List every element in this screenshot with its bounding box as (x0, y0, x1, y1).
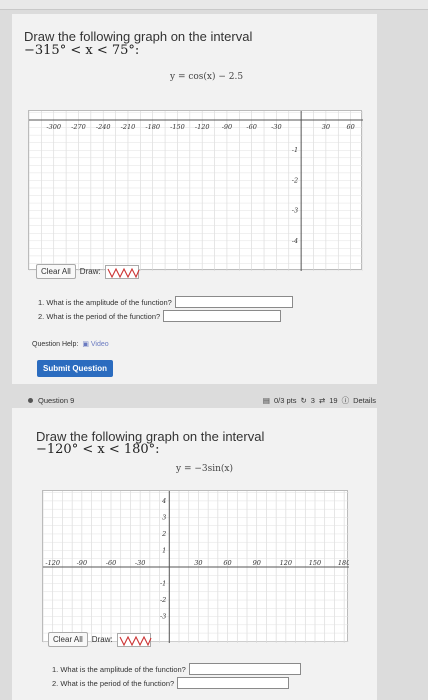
q9-questions: 1. What is the amplitude of the function… (52, 662, 301, 690)
q9-amplitude-row: 1. What is the amplitude of the function… (52, 662, 301, 676)
x-tick-label: 150 (309, 559, 321, 567)
q8-period-row: 2. What is the period of the function? (38, 309, 293, 323)
q9-period-question: 2. What is the period of the function? (52, 678, 175, 688)
x-tick-label: -150 (170, 123, 185, 131)
q8-draw-toolbar: Clear All Draw: (36, 264, 140, 279)
x-tick-label: 90 (253, 559, 261, 567)
q8-interval: −315° < x < 75°: (24, 43, 140, 58)
attempts-icon: ↻ (300, 395, 307, 405)
question-9-label: Question 9 (38, 395, 75, 405)
details-icon[interactable]: ⓘ (342, 395, 350, 406)
x-tick-label: -30 (135, 559, 145, 567)
x-tick-label: -90 (222, 123, 232, 131)
q9-draw-wave-tool-icon[interactable] (116, 632, 152, 647)
browser-top-strip (0, 0, 428, 10)
x-tick-label: -240 (96, 123, 111, 131)
x-tick-label: -60 (246, 123, 256, 131)
clear-all-button[interactable]: Clear All (36, 264, 76, 279)
q9-amplitude-input[interactable] (188, 663, 301, 675)
retries-icon: ⇄ (318, 395, 326, 405)
q8-equation: y = cos(x) − 2.5 (170, 72, 244, 82)
q9-title-group: Question 9 (28, 396, 74, 405)
details-link[interactable]: Details (353, 396, 376, 405)
x-tick-label: -180 (145, 123, 160, 131)
y-tick-label: 2 (161, 530, 166, 538)
help-label: Question Help: (32, 340, 79, 348)
question-help: Question Help: ▣ Video (32, 340, 109, 349)
question-9-card: Draw the following graph on the interval… (12, 408, 377, 700)
period-input[interactable] (163, 310, 282, 322)
x-tick-label: 30 (322, 123, 330, 131)
amplitude-input[interactable] (174, 296, 293, 308)
retries-count: 19 (329, 395, 338, 405)
x-tick-label: -120 (45, 559, 60, 567)
x-tick-label: -270 (71, 123, 86, 131)
q9-clear-all-button[interactable]: Clear All (48, 632, 88, 647)
q9-meta: ▤ 0/3 pts ↻ 3 ⇄ 19 ⓘ Details (263, 395, 376, 406)
x-tick-label: 30 (194, 559, 202, 567)
q8-graph-svg[interactable]: -300 -270 -240 -210 -180 -150 -120 -90 -60 -30 30 6… (29, 111, 363, 271)
q9-graph-canvas[interactable]: -120 -90 -60 -30 30 60 90 120 150 180 4 3 2 1 -1 -2 -3 (42, 490, 349, 643)
y-tick-label: -4 (292, 237, 298, 245)
q8-amplitude-row: 1. What is the amplitude of the function… (38, 295, 293, 309)
y-tick-label: -2 (160, 596, 166, 604)
y-tick-label: -1 (160, 580, 166, 588)
q8-prompt: Draw the following graph on the interval (24, 29, 253, 44)
x-tick-label: -60 (106, 559, 116, 567)
x-tick-label: -300 (46, 123, 61, 131)
q9-amplitude-question: 1. What is the amplitude of the function… (52, 664, 186, 674)
q9-period-input[interactable] (177, 677, 290, 689)
x-tick-label: -30 (271, 123, 281, 131)
video-icon: ▣ (82, 341, 89, 348)
draw-wave-tool-icon[interactable] (104, 264, 140, 279)
y-tick-label: -3 (292, 207, 298, 215)
x-tick-label: 60 (346, 123, 354, 131)
video-label: Video (90, 341, 109, 348)
y-tick-label: -1 (292, 146, 298, 154)
y-tick-label: -2 (292, 176, 298, 184)
q9-draw-toolbar: Clear All Draw: (48, 632, 152, 647)
x-tick-label: 120 (280, 559, 292, 567)
y-tick-label: -3 (160, 613, 166, 621)
y-tick-label: 3 (162, 513, 166, 521)
q9-equation: y = −3sin(x) (176, 464, 234, 474)
x-tick-label: -120 (195, 123, 210, 131)
submit-question-button[interactable]: Submit Question (37, 360, 113, 377)
q8-graph-canvas[interactable]: -300 -270 -240 -210 -180 -150 -120 -90 -60 -30 30 6… (28, 110, 363, 271)
q8-questions: 1. What is the amplitude of the function… (38, 295, 293, 323)
q9-interval: −120° < x < 180°: (36, 442, 160, 457)
attempts-count: 3 (310, 395, 315, 405)
x-tick-label: 180 (338, 559, 349, 567)
x-tick-label: 60 (223, 559, 231, 567)
points-label: 0/3 pts (273, 395, 297, 405)
x-tick-label: -210 (121, 123, 136, 131)
x-tick-label: -90 (77, 559, 87, 567)
score-icon: ▤ (262, 395, 270, 405)
draw-label: Draw: (79, 267, 101, 276)
q9-draw-label: Draw: (91, 635, 113, 644)
video-link[interactable]: ▣ Video (82, 340, 108, 348)
q9-period-row: 2. What is the period of the function? (52, 676, 301, 690)
question-8-card: Draw the following graph on the interval… (12, 14, 377, 384)
bullet-icon (28, 397, 33, 403)
y-tick-label: 4 (161, 497, 166, 505)
y-tick-label: 1 (162, 546, 166, 554)
q9-graph-svg[interactable]: -120 -90 -60 -30 30 60 90 120 150 180 4 3 2 1 -1 -2 -3 (43, 491, 349, 643)
period-question: 2. What is the period of the function? (38, 311, 161, 321)
amplitude-question: 1. What is the amplitude of the function… (38, 297, 172, 307)
question-9-header: Question 9 ▤ 0/3 pts ↻ 3 ⇄ 19 ⓘ Details (28, 394, 376, 406)
